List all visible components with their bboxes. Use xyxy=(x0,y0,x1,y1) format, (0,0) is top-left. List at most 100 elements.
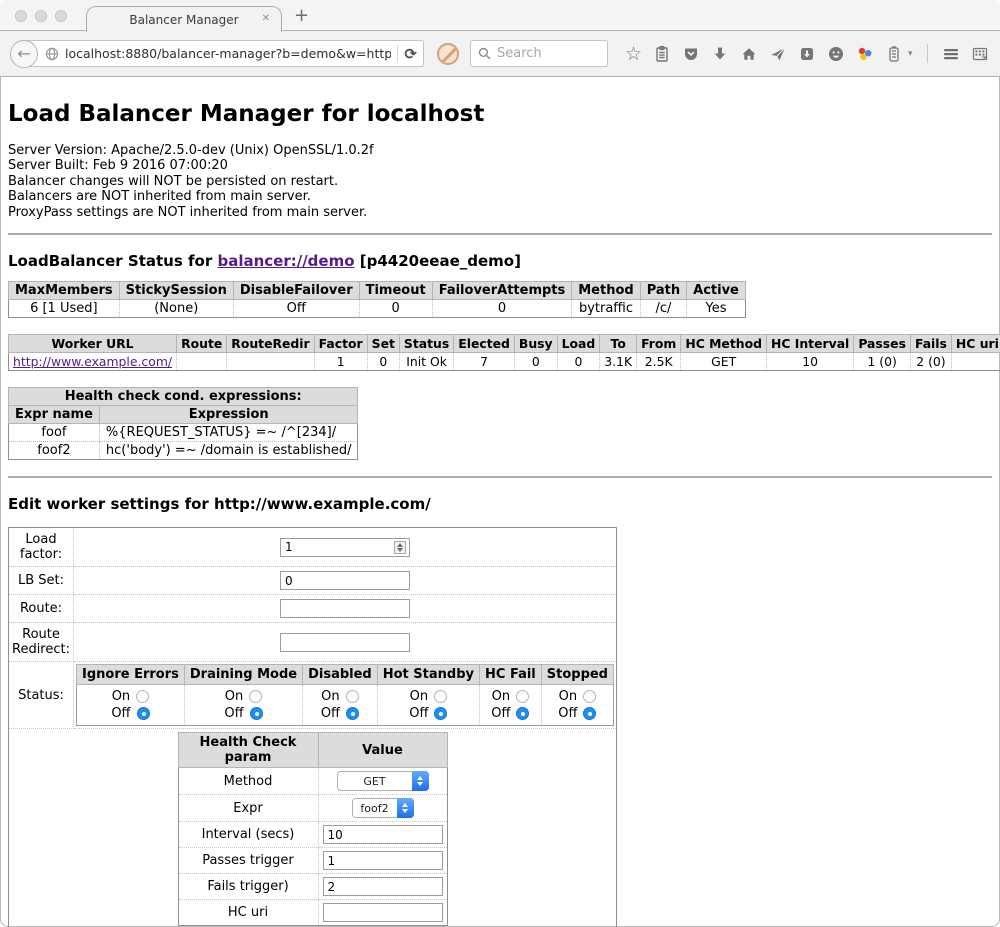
column-header: Path xyxy=(640,282,686,300)
radio-label-off: Off xyxy=(409,705,428,722)
tab-balancer-manager[interactable]: Balancer Manager ✕ xyxy=(86,6,282,32)
radio-label-on: On xyxy=(410,688,428,705)
radio-draining-mode-off[interactable] xyxy=(250,707,263,720)
hc-interval-input[interactable] xyxy=(323,825,443,844)
radio-hot-standby-on[interactable] xyxy=(434,690,447,703)
reload-icon[interactable]: ⟳ xyxy=(404,45,417,63)
hc-method-select[interactable]: GET xyxy=(337,771,429,791)
balancers-notice-line: Balancers are NOT inherited from main se… xyxy=(8,189,992,204)
new-tab-button[interactable]: + xyxy=(294,5,309,27)
radio-stopped-on[interactable] xyxy=(583,690,596,703)
column-header: Passes xyxy=(854,335,911,353)
status-column-header: Hot Standby xyxy=(377,665,479,685)
status-label: Status: xyxy=(9,662,74,729)
persist-notice-line: Balancer changes will NOT be persisted o… xyxy=(8,174,992,189)
route-redirect-label: Route Redirect: xyxy=(9,623,74,662)
cell-routeredir xyxy=(227,353,314,371)
lb-set-input[interactable] xyxy=(280,571,410,590)
pocket-icon[interactable] xyxy=(682,45,700,63)
hc-uri-input[interactable] xyxy=(323,903,443,922)
radio-label-on: On xyxy=(492,688,510,705)
radio-hc-fail-off[interactable] xyxy=(516,707,529,720)
minimize-window-button[interactable] xyxy=(35,10,47,22)
home-icon[interactable] xyxy=(740,45,758,63)
number-stepper[interactable] xyxy=(394,541,406,554)
menu-icon[interactable] xyxy=(942,45,960,63)
route-input[interactable] xyxy=(280,599,410,618)
column-header: StickySession xyxy=(119,282,233,300)
lb-set-label: LB Set: xyxy=(9,567,74,595)
balancer-demo-link[interactable]: balancer://demo xyxy=(217,252,354,270)
column-header: Busy xyxy=(514,335,557,353)
worker-table: Worker URL Route RouteRedir Factor Set S… xyxy=(8,334,1000,371)
navigation-toolbar: ← localhost:8880/balancer-manager?b=demo… xyxy=(0,31,1000,77)
radio-ignore-errors-off[interactable] xyxy=(137,707,150,720)
send-page-icon[interactable] xyxy=(769,45,787,63)
bookmark-star-icon[interactable]: ☆ xyxy=(625,45,642,63)
colored-dots-extension-icon[interactable] xyxy=(856,45,874,63)
cell-passes: 1 (0) xyxy=(854,353,911,371)
worker-url-link[interactable]: http://www.example.com/ xyxy=(13,354,172,369)
health-check-param-table: Health Check param Value Method GET xyxy=(178,732,448,926)
reading-list-icon[interactable] xyxy=(653,45,671,63)
cell-factor: 1 xyxy=(314,353,367,371)
cell-fails: 2 (0) xyxy=(910,353,951,371)
radio-disabled-on[interactable] xyxy=(346,690,359,703)
radio-disabled-off[interactable] xyxy=(346,707,359,720)
back-button[interactable]: ← xyxy=(10,40,38,68)
radio-draining-mode-on[interactable] xyxy=(249,690,262,703)
route-redirect-input[interactable] xyxy=(280,633,410,652)
load-factor-label: Load factor: xyxy=(9,528,74,567)
column-header: Expr name xyxy=(9,406,100,424)
divider xyxy=(8,233,992,235)
hc-passes-input[interactable] xyxy=(323,851,443,870)
close-window-button[interactable] xyxy=(15,10,27,22)
divider xyxy=(8,476,992,478)
radio-hot-standby-off[interactable] xyxy=(434,707,447,720)
column-header: Status xyxy=(399,335,453,353)
tab-close-icon[interactable]: ✕ xyxy=(262,13,270,24)
chevron-down-icon[interactable]: ▾ xyxy=(908,49,913,59)
column-header: Set xyxy=(367,335,399,353)
column-header: RouteRedir xyxy=(227,335,314,353)
save-to-device-icon[interactable] xyxy=(798,45,816,63)
radio-label-off: Off xyxy=(321,705,340,722)
hc-method-selected-value: GET xyxy=(338,775,412,788)
radio-hc-fail-on[interactable] xyxy=(516,690,529,703)
hc-fails-label: Fails trigger) xyxy=(178,874,318,900)
column-header: Factor xyxy=(314,335,367,353)
cell-path: /c/ xyxy=(640,300,686,318)
url-bar[interactable]: localhost:8880/balancer-manager?b=demo&w… xyxy=(24,40,424,67)
cell-from: 2.5K xyxy=(637,353,681,371)
column-header: HC Interval xyxy=(766,335,853,353)
server-version-line: Server Version: Apache/2.5.0-dev (Unix) … xyxy=(8,143,992,158)
radio-label-off: Off xyxy=(491,705,510,722)
radio-ignore-errors-on[interactable] xyxy=(136,690,149,703)
radio-label-on: On xyxy=(112,688,130,705)
url-text[interactable]: localhost:8880/balancer-manager?b=demo&w… xyxy=(65,46,391,61)
server-built-line: Server Built: Feb 9 2016 07:00:20 xyxy=(8,158,992,173)
radio-stopped-off[interactable] xyxy=(583,707,596,720)
radio-label-on: On xyxy=(321,688,339,705)
downloads-icon[interactable] xyxy=(711,45,729,63)
search-icon xyxy=(478,47,491,60)
radio-label-on: On xyxy=(225,688,243,705)
expr-name: foof xyxy=(9,424,100,442)
chat-smiley-icon[interactable] xyxy=(827,45,845,63)
load-factor-input[interactable] xyxy=(280,538,410,557)
cell-busy: 0 xyxy=(514,353,557,371)
column-header: To xyxy=(600,335,637,353)
column-header: Fails xyxy=(910,335,951,353)
expr-value: hc('body') =~ /domain is established/ xyxy=(99,442,358,460)
hc-expr-select[interactable]: foof2 xyxy=(352,798,414,818)
column-header: From xyxy=(637,335,681,353)
zoom-window-button[interactable] xyxy=(55,10,67,22)
battery-extension-icon[interactable] xyxy=(885,45,903,63)
hc-fails-input[interactable] xyxy=(323,877,443,896)
keyboard-extension-icon[interactable] xyxy=(971,45,989,63)
adblock-icon[interactable] xyxy=(437,43,459,65)
search-bar[interactable]: Search xyxy=(470,40,608,67)
browser-window: Balancer Manager ✕ + ← localhost:8880/ba… xyxy=(0,0,1000,927)
expr-name: foof2 xyxy=(9,442,100,460)
status-table: Ignore Errors Draining Mode Disabled Hot… xyxy=(76,664,614,726)
